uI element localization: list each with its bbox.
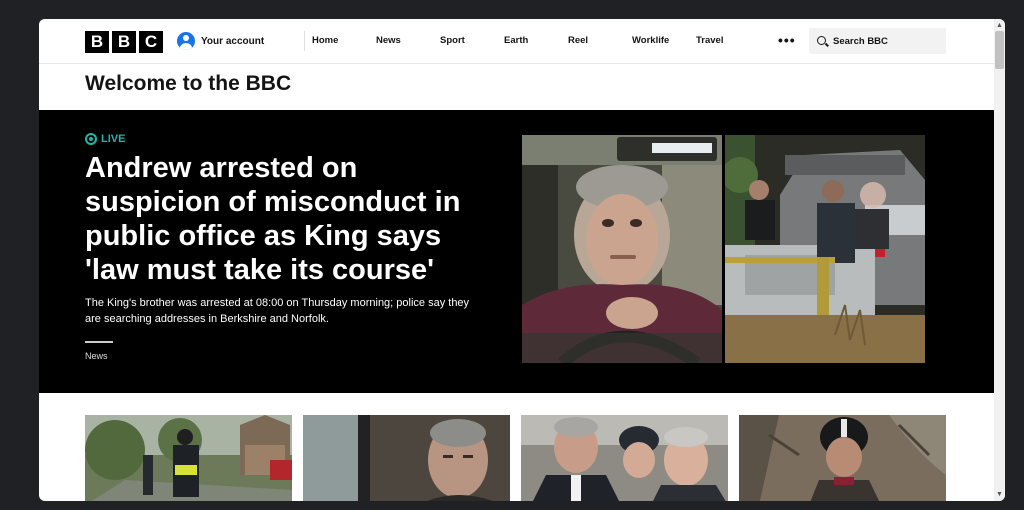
account-link[interactable]: Your account [177, 32, 264, 50]
nav-link-home[interactable]: Home [312, 19, 376, 63]
card-image [85, 415, 292, 501]
story-card-rider[interactable] [739, 415, 946, 501]
search-box[interactable]: Search BBC [809, 28, 946, 54]
page-scrollbar[interactable]: ▲ ▼ [994, 19, 1005, 501]
nav-links: Home News Sport Earth Reel Worklife Trav… [312, 19, 760, 63]
hero-headline[interactable]: Andrew arrested on suspicion of miscondu… [85, 151, 485, 287]
scroll-up-icon[interactable]: ▲ [996, 22, 1003, 29]
live-badge: LIVE [85, 133, 125, 145]
hero-image-driver[interactable] [522, 135, 722, 363]
logo-letter: B [85, 31, 109, 53]
page-title: Welcome to the BBC [85, 72, 292, 95]
hero-tag[interactable]: News [85, 351, 108, 361]
nav-divider [304, 31, 305, 51]
logo-letter: B [112, 31, 136, 53]
nav-link-worklife[interactable]: Worklife [632, 19, 696, 63]
account-avatar-icon [177, 32, 195, 50]
hero-section: LIVE Andrew arrested on suspicion of mis… [39, 110, 994, 393]
hero-image-police[interactable] [725, 135, 925, 363]
story-cards [85, 415, 946, 501]
police-photo [725, 135, 925, 363]
browser-window: B B C Your account Home News Sport Earth… [39, 19, 1005, 501]
nav-link-reel[interactable]: Reel [568, 19, 632, 63]
tag-divider [85, 341, 113, 343]
scrollbar-thumb[interactable] [995, 31, 1004, 69]
search-placeholder: Search BBC [833, 35, 888, 47]
nav-link-news[interactable]: News [376, 19, 440, 63]
card-image [521, 415, 728, 501]
bbc-logo[interactable]: B B C [85, 31, 163, 53]
scroll-down-icon[interactable]: ▼ [996, 491, 1003, 498]
card-image [739, 415, 946, 501]
account-label: Your account [201, 35, 265, 47]
live-indicator-icon [85, 133, 97, 145]
logo-letter: C [139, 31, 163, 53]
card-image [303, 415, 510, 501]
story-card-car-window[interactable] [303, 415, 510, 501]
nav-link-earth[interactable]: Earth [504, 19, 568, 63]
nav-link-sport[interactable]: Sport [440, 19, 504, 63]
live-label: LIVE [101, 133, 126, 145]
top-navigation: B B C Your account Home News Sport Earth… [39, 19, 994, 64]
story-card-police-officer[interactable] [85, 415, 292, 501]
search-icon [817, 35, 828, 47]
hero-summary: The King's brother was arrested at 08:00… [85, 297, 470, 325]
driver-photo [522, 135, 722, 363]
story-card-royals[interactable] [521, 415, 728, 501]
more-menu-icon[interactable]: ••• [778, 33, 796, 47]
nav-link-travel[interactable]: Travel [696, 19, 760, 63]
